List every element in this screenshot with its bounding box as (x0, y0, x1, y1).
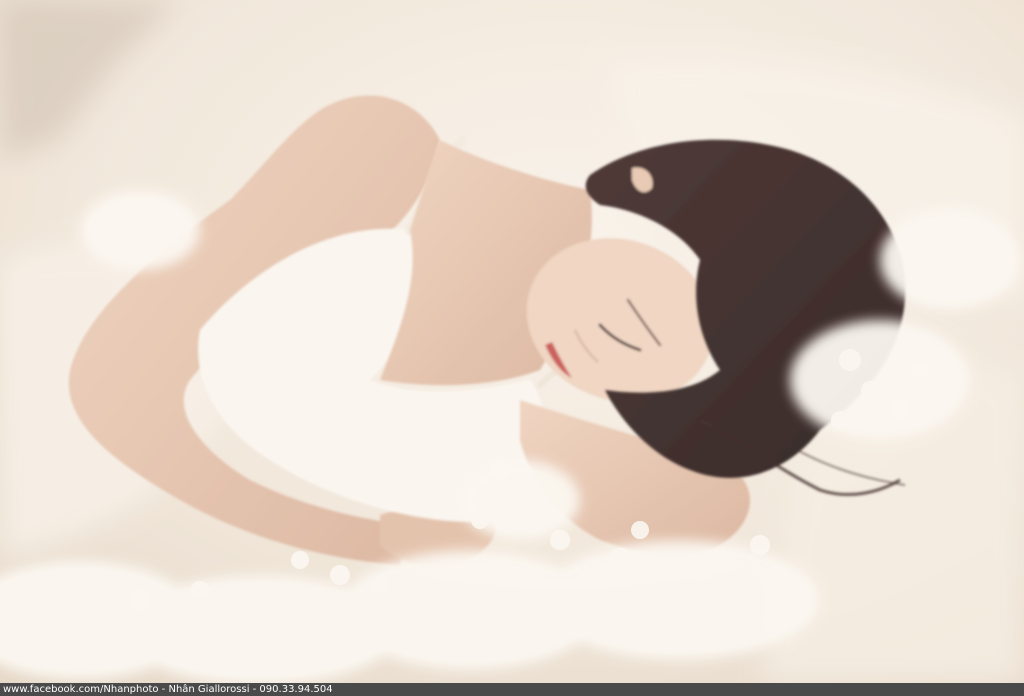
vintage-tint (0, 0, 1024, 683)
watermark-bar: www.facebook.com/Nhanphoto - Nhân Giallo… (0, 683, 1024, 696)
photo-frame: www.facebook.com/Nhanphoto - Nhân Giallo… (0, 0, 1024, 696)
portrait-photo (0, 0, 1024, 683)
watermark-text: www.facebook.com/Nhanphoto - Nhân Giallo… (3, 684, 333, 695)
